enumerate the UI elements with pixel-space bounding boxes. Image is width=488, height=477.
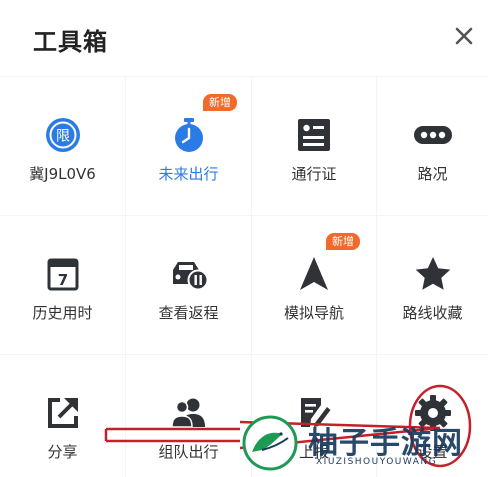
tool-label: 路况 [417, 165, 448, 183]
watermark-subtext: XIUZISHOUYOUWANG [316, 457, 438, 467]
tool-label: 模拟导航 [283, 304, 344, 322]
return-car-icon [172, 262, 208, 291]
tool-traffic[interactable]: 路况 [377, 77, 488, 215]
stopwatch-icon [174, 118, 203, 152]
svg-text:7: 7 [57, 271, 67, 289]
tool-share[interactable]: 分享 [0, 355, 125, 477]
close-icon[interactable] [450, 22, 478, 50]
tool-label: 冀J9L0V6 [29, 165, 96, 183]
tool-pass-card[interactable]: 通行证 [252, 77, 376, 215]
tool-route-favorites[interactable]: 路线收藏 [377, 216, 488, 354]
tool-view-return[interactable]: 查看返程 [126, 216, 251, 354]
tool-label: 通行证 [291, 165, 337, 183]
restricted-plate-icon: 限 [45, 118, 80, 152]
tool-simulated-navigation[interactable]: 新增 模拟导航 [252, 216, 376, 354]
page-title: 工具箱 [33, 28, 108, 56]
tool-label: 未来出行 [158, 165, 219, 183]
tool-label: 查看返程 [158, 304, 219, 322]
tool-grid: 限 冀J9L0V6 新增 未来出行 通行证 路况 7 历史用时 查看返程 新增 … [0, 76, 488, 477]
pass-card-icon [298, 119, 330, 151]
tool-plate-restriction[interactable]: 限 冀J9L0V6 [0, 77, 125, 215]
tool-label: 历史用时 [32, 304, 93, 322]
tool-history-duration[interactable]: 7 历史用时 [0, 216, 125, 354]
share-icon [47, 398, 78, 428]
tool-future-trip[interactable]: 新增 未来出行 [126, 77, 251, 215]
calendar-7-icon: 7 [47, 258, 78, 291]
new-badge: 新增 [326, 233, 360, 250]
traffic-dots-icon [413, 126, 452, 144]
navigation-arrow-icon [300, 257, 328, 290]
tool-group-travel[interactable]: 组队出行 [126, 355, 251, 477]
toolbox-header: 工具箱 [0, 0, 488, 76]
group-icon [170, 398, 205, 428]
tool-label: 路线收藏 [402, 304, 463, 322]
watermark-text: 柚子手游网 [308, 426, 463, 461]
svg-text:限: 限 [56, 129, 70, 145]
tool-label: 分享 [47, 443, 78, 461]
star-icon [415, 257, 450, 290]
tool-label: 组队出行 [158, 443, 219, 461]
new-badge: 新增 [203, 94, 237, 111]
